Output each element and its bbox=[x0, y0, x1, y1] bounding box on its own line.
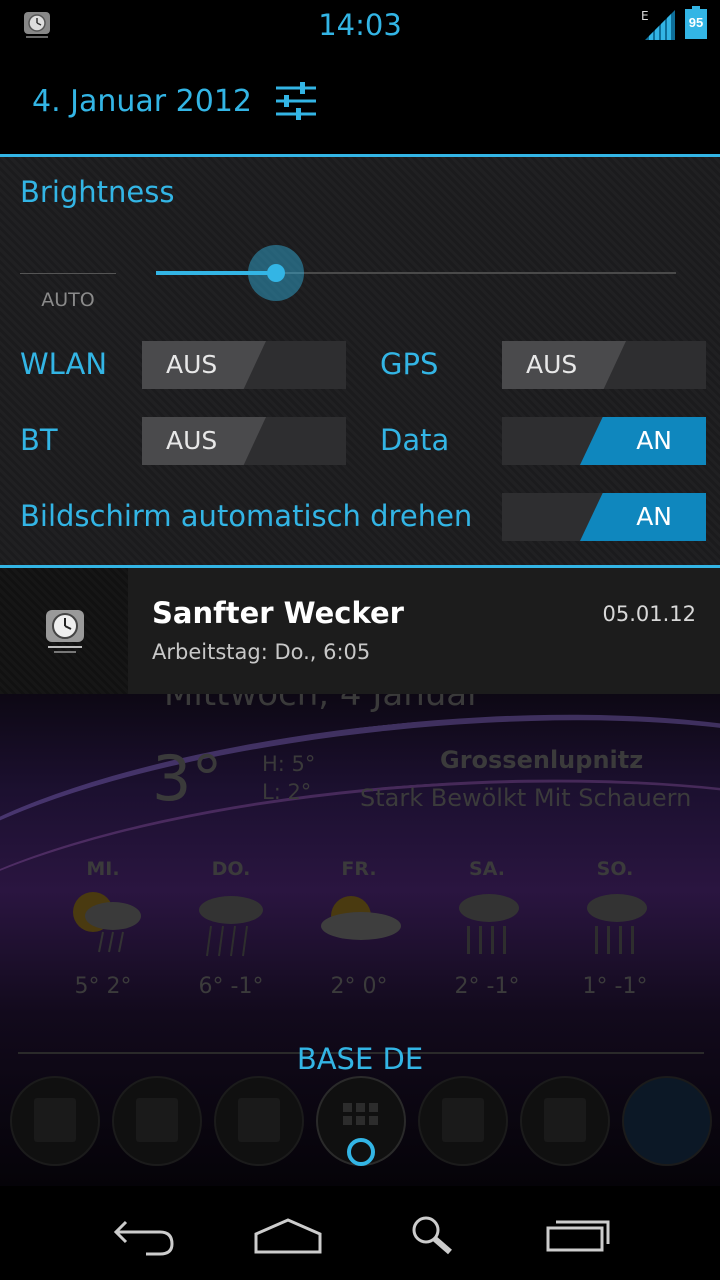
forecast-temps: 5° 2° bbox=[74, 974, 132, 999]
weather-date: Mittwoch, 4 Januar bbox=[164, 694, 482, 714]
homescreen-background: Mittwoch, 4 Januar 3° H: 5° L: 2° Grosse… bbox=[0, 694, 720, 1186]
brightness-title: Brightness bbox=[20, 175, 175, 209]
gps-label: GPS bbox=[380, 347, 439, 381]
forecast-day: FR. bbox=[341, 858, 377, 880]
page-indicator bbox=[347, 1138, 375, 1166]
dock-icon-inner bbox=[238, 1098, 280, 1142]
search-icon[interactable] bbox=[394, 1204, 474, 1264]
toggle-state: AN bbox=[636, 502, 672, 531]
forecast-day: SA. bbox=[469, 858, 505, 880]
auto-rotate-label: Bildschirm automatisch drehen bbox=[20, 499, 473, 533]
signal-icon: E bbox=[641, 9, 675, 40]
status-clock: 14:03 bbox=[318, 8, 402, 42]
snow-rain-icon bbox=[459, 894, 519, 954]
weather-condition: Stark Bewölkt Mit Schauern bbox=[360, 784, 692, 812]
gallery-icon[interactable] bbox=[418, 1076, 508, 1166]
forecast-temps: 6° -1° bbox=[198, 974, 264, 999]
grid-icon bbox=[343, 1103, 378, 1125]
wlan-toggle[interactable]: AUS bbox=[142, 341, 346, 389]
bt-toggle[interactable]: AUS bbox=[142, 417, 346, 465]
toggle-state: AUS bbox=[166, 350, 218, 379]
network-type: E bbox=[641, 9, 649, 23]
brightness-slider-thumb-center bbox=[266, 264, 285, 282]
phone-icon[interactable] bbox=[10, 1076, 100, 1166]
forecast-day: SO. bbox=[596, 858, 634, 880]
weather-high: H: 5° bbox=[262, 752, 316, 776]
alarm-clock-icon bbox=[46, 610, 84, 653]
toggle-state: AN bbox=[636, 426, 672, 455]
dock-icon-inner bbox=[544, 1098, 586, 1142]
weather-city: Grossenlupnitz bbox=[440, 746, 644, 774]
battery-level: 95 bbox=[688, 15, 704, 30]
auto-rotate-toggle[interactable]: AN bbox=[502, 493, 706, 541]
navigation-bar bbox=[0, 1186, 720, 1280]
settings-sliders-icon[interactable] bbox=[272, 80, 320, 122]
status-bar: 14:03 E 95 bbox=[0, 0, 720, 50]
auto-brightness-toggle[interactable]: AUTO bbox=[20, 289, 116, 311]
toggle-state: AUS bbox=[526, 350, 578, 379]
brightness-slider-thumb[interactable] bbox=[247, 245, 304, 301]
whatsapp-icon[interactable] bbox=[520, 1076, 610, 1166]
notification-header: 4. Januar 2012 bbox=[0, 50, 720, 154]
sun-cloud-icon bbox=[321, 896, 401, 940]
weather-low: L: 2° bbox=[262, 780, 312, 804]
recent-apps-icon[interactable] bbox=[538, 1204, 618, 1264]
globe-icon[interactable] bbox=[622, 1076, 712, 1166]
home-icon[interactable] bbox=[248, 1204, 328, 1264]
dock-icon-inner bbox=[442, 1098, 484, 1142]
wlan-label: WLAN bbox=[20, 347, 108, 381]
notification-text: Arbeitstag: Do., 6:05 bbox=[152, 640, 371, 664]
notification-time: 05.01.12 bbox=[602, 602, 696, 626]
data-label: Data bbox=[380, 423, 450, 457]
forecast-temps: 1° -1° bbox=[582, 974, 648, 999]
notification-title: Sanfter Wecker bbox=[152, 596, 404, 630]
sun-rain-icon bbox=[73, 892, 141, 953]
carrier-label: BASE DE bbox=[296, 1042, 424, 1076]
forecast-temps: 2° 0° bbox=[330, 974, 388, 999]
snow-rain-icon bbox=[587, 894, 647, 954]
toggle-state: AUS bbox=[166, 426, 218, 455]
notification-icon-box bbox=[0, 568, 128, 694]
forecast-day: MI. bbox=[86, 858, 120, 880]
forecast-temps: 2° -1° bbox=[454, 974, 520, 999]
dock-icon-inner bbox=[136, 1098, 178, 1142]
quick-settings-panel: Brightness AUTO WLAN AUS GPS AUS BT AUS … bbox=[0, 154, 720, 568]
store-icon[interactable] bbox=[112, 1076, 202, 1166]
weather-temperature: 3° bbox=[152, 742, 223, 815]
rain-icon bbox=[199, 896, 263, 957]
bt-label: BT bbox=[20, 423, 58, 457]
data-toggle[interactable]: AN bbox=[502, 417, 706, 465]
gps-toggle[interactable]: AUS bbox=[502, 341, 706, 389]
dock-icon-inner bbox=[34, 1098, 76, 1142]
forecast-day: DO. bbox=[211, 858, 251, 880]
notification-item[interactable]: Sanfter Wecker Arbeitstag: Do., 6:05 05.… bbox=[0, 568, 720, 694]
auto-brightness-divider bbox=[20, 273, 116, 274]
camera-icon[interactable] bbox=[214, 1076, 304, 1166]
date-label[interactable]: 4. Januar 2012 bbox=[32, 84, 252, 119]
back-icon[interactable] bbox=[104, 1204, 184, 1264]
